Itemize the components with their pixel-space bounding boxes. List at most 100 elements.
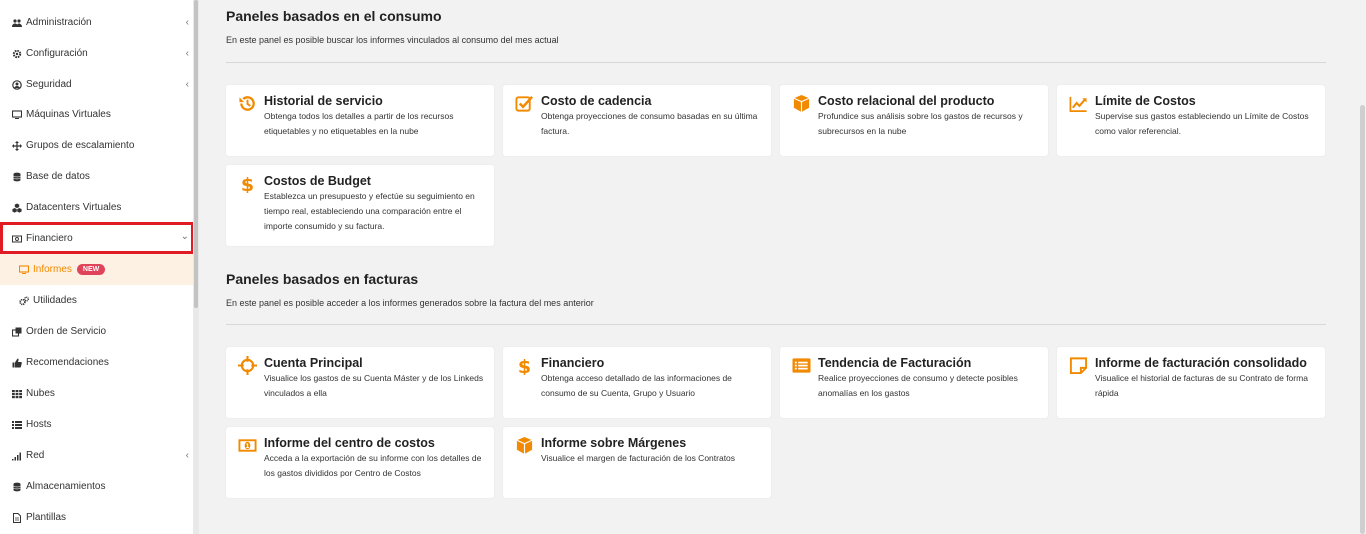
desktop-icon [18,264,30,276]
card-title: Informe de facturación consolidado [1095,356,1307,370]
new-badge: NEW [76,264,106,275]
card-title: Costo relacional del producto [818,94,995,108]
line-chart-icon [1067,94,1089,116]
sidebar-item-label: Informes [33,264,72,275]
crosshair-icon [236,356,258,378]
section-description-consumo: En este panel es posible buscar los info… [226,35,559,45]
card-description: Realice proyecciones de consumo y detect… [818,373,1018,398]
card-description: Visualice el margen de facturación de lo… [541,453,736,463]
card-description: Establezca un presupuesto y efectúe su s… [264,191,475,231]
card-tendencia-facturacion[interactable]: Tendencia de Facturación Realice proyecci… [780,347,1048,418]
sidebar-item-label: Nubes [26,388,55,399]
clone-icon [11,326,23,338]
section-title-consumo: Paneles basados en el consumo [226,8,442,24]
section-description-facturas: En este panel es posible acceder a los i… [226,298,594,308]
card-financiero[interactable]: $ Financiero Obtenga acceso detallado de … [503,347,771,418]
card-description: Visualice los gastos de su Cuenta Máster… [264,373,484,398]
money-icon: 1 [236,436,258,458]
list-icon [11,419,23,431]
arrows-icon [11,140,23,152]
card-costo-relacional[interactable]: Costo relacional del producto Profundice … [780,85,1048,156]
sidebar-item-label: Grupos de escalamiento [26,140,135,151]
main-scrollbar[interactable] [1358,0,1366,534]
sidebar-item-label: Orden de Servicio [26,326,107,337]
card-costos-budget[interactable]: $ Costos de Budget Establezca un presupue… [226,165,494,246]
cube-icon [513,436,535,458]
svg-text:1: 1 [245,444,249,450]
main-content: Paneles basados en el consumo En este pa… [200,0,1358,534]
sidebar-item-maquinas-virtuales[interactable]: Máquinas Virtuales [0,99,193,130]
card-costo-cadencia[interactable]: Costo de cadencia Obtenga proyecciones de… [503,85,771,156]
divider [226,324,1326,325]
card-historial-servicio[interactable]: Historial de servicio Obtenga todos los d… [226,85,494,156]
card-title: Costos de Budget [264,174,371,188]
sidebar-item-label: Máquinas Virtuales [26,109,111,120]
sidebar-item-seguridad[interactable]: Seguridad ‹ [0,69,193,100]
th-icon [11,388,23,400]
sidebar-item-recomendaciones[interactable]: Recomendaciones [0,347,193,378]
chevron-left-icon: ‹ [185,17,189,28]
desktop-icon [11,109,23,121]
card-cuenta-principal[interactable]: Cuenta Principal Visualice los gastos de … [226,347,494,418]
user-secret-icon [11,79,23,91]
card-title: Tendencia de Facturación [818,356,972,370]
file-icon [11,512,23,524]
sidebar-item-label: Configuración [26,48,88,59]
card-title: Informe sobre Márgenes [541,436,687,450]
sidebar-item-plantillas[interactable]: Plantillas [0,502,193,533]
card-informe-margenes[interactable]: Informe sobre Márgenes Visualice el marge… [503,427,771,498]
card-facturacion-consolidado[interactable]: Informe de facturación consolidado Visual… [1057,347,1325,418]
sidebar-item-label: Recomendaciones [26,357,109,368]
sidebar-item-base-datos[interactable]: Base de datos [0,161,193,192]
sidebar-item-datacenters-virtuales[interactable]: Datacenters Virtuales [0,192,193,223]
sidebar-item-label: Base de datos [26,171,90,182]
card-description: Supervise sus gastos estableciendo un Lí… [1095,111,1309,136]
card-description: Obtenga todos los detalles a partir de l… [264,111,454,136]
sidebar-item-label: Utilidades [33,295,77,306]
sidebar-item-utilidades[interactable]: Utilidades [0,285,193,316]
scrollbar-thumb[interactable] [194,0,198,308]
card-limite-costos[interactable]: Límite de Costos Supervise sus gastos est… [1057,85,1325,156]
sidebar-scrollbar[interactable] [193,0,199,534]
card-title: Informe del centro de costos [264,436,435,450]
sidebar: Administración ‹ Configuración ‹ Segurid… [0,0,194,534]
sidebar-item-configuracion[interactable]: Configuración ‹ [0,38,193,69]
checkbox-icon [513,94,535,116]
sidebar-item-nubes[interactable]: Nubes [0,378,193,409]
dollar-icon: $ [236,174,258,196]
svg-text:$: $ [517,356,530,375]
sidebar-item-administracion[interactable]: Administración ‹ [0,7,193,38]
divider [226,62,1326,63]
chevron-left-icon: ‹ [185,48,189,59]
cubes-icon [11,202,23,214]
database-icon [11,171,23,183]
card-description: Obtenga proyecciones de consumo basadas … [541,111,758,136]
sidebar-item-red[interactable]: Red ‹ [0,440,193,471]
sidebar-item-almacenamientos[interactable]: Almacenamientos [0,471,193,502]
list-alt-icon [790,356,812,378]
sidebar-item-orden-servicio[interactable]: Orden de Servicio [0,316,193,347]
card-description: Obtenga acceso detallado de las informac… [541,373,732,398]
card-description: Profundice sus análisis sobre los gastos… [818,111,1023,136]
card-centro-costos[interactable]: 1 Informe del centro de costos Acceda a l… [226,427,494,498]
sidebar-item-label: Seguridad [26,79,72,90]
sidebar-item-label: Hosts [26,419,52,430]
scrollbar-thumb[interactable] [1360,105,1365,534]
card-title: Límite de Costos [1095,94,1196,108]
signal-icon [11,450,23,462]
card-title: Cuenta Principal [264,356,363,370]
database-icon [11,481,23,493]
sidebar-item-informes[interactable]: Informes NEW [0,254,193,285]
cube-icon [790,94,812,116]
gear-icon [11,48,23,60]
thumbs-up-icon [11,357,23,369]
sidebar-item-hosts[interactable]: Hosts [0,409,193,440]
card-description: Visualice el historial de facturas de su… [1095,373,1308,398]
sidebar-item-grupos-escalamiento[interactable]: Grupos de escalamiento [0,130,193,161]
sidebar-item-label: Red [26,450,45,461]
card-title: Financiero [541,356,605,370]
users-icon [11,17,23,29]
card-title: Costo de cadencia [541,94,652,108]
chevron-left-icon: ‹ [185,79,189,90]
card-title: Historial de servicio [264,94,383,108]
